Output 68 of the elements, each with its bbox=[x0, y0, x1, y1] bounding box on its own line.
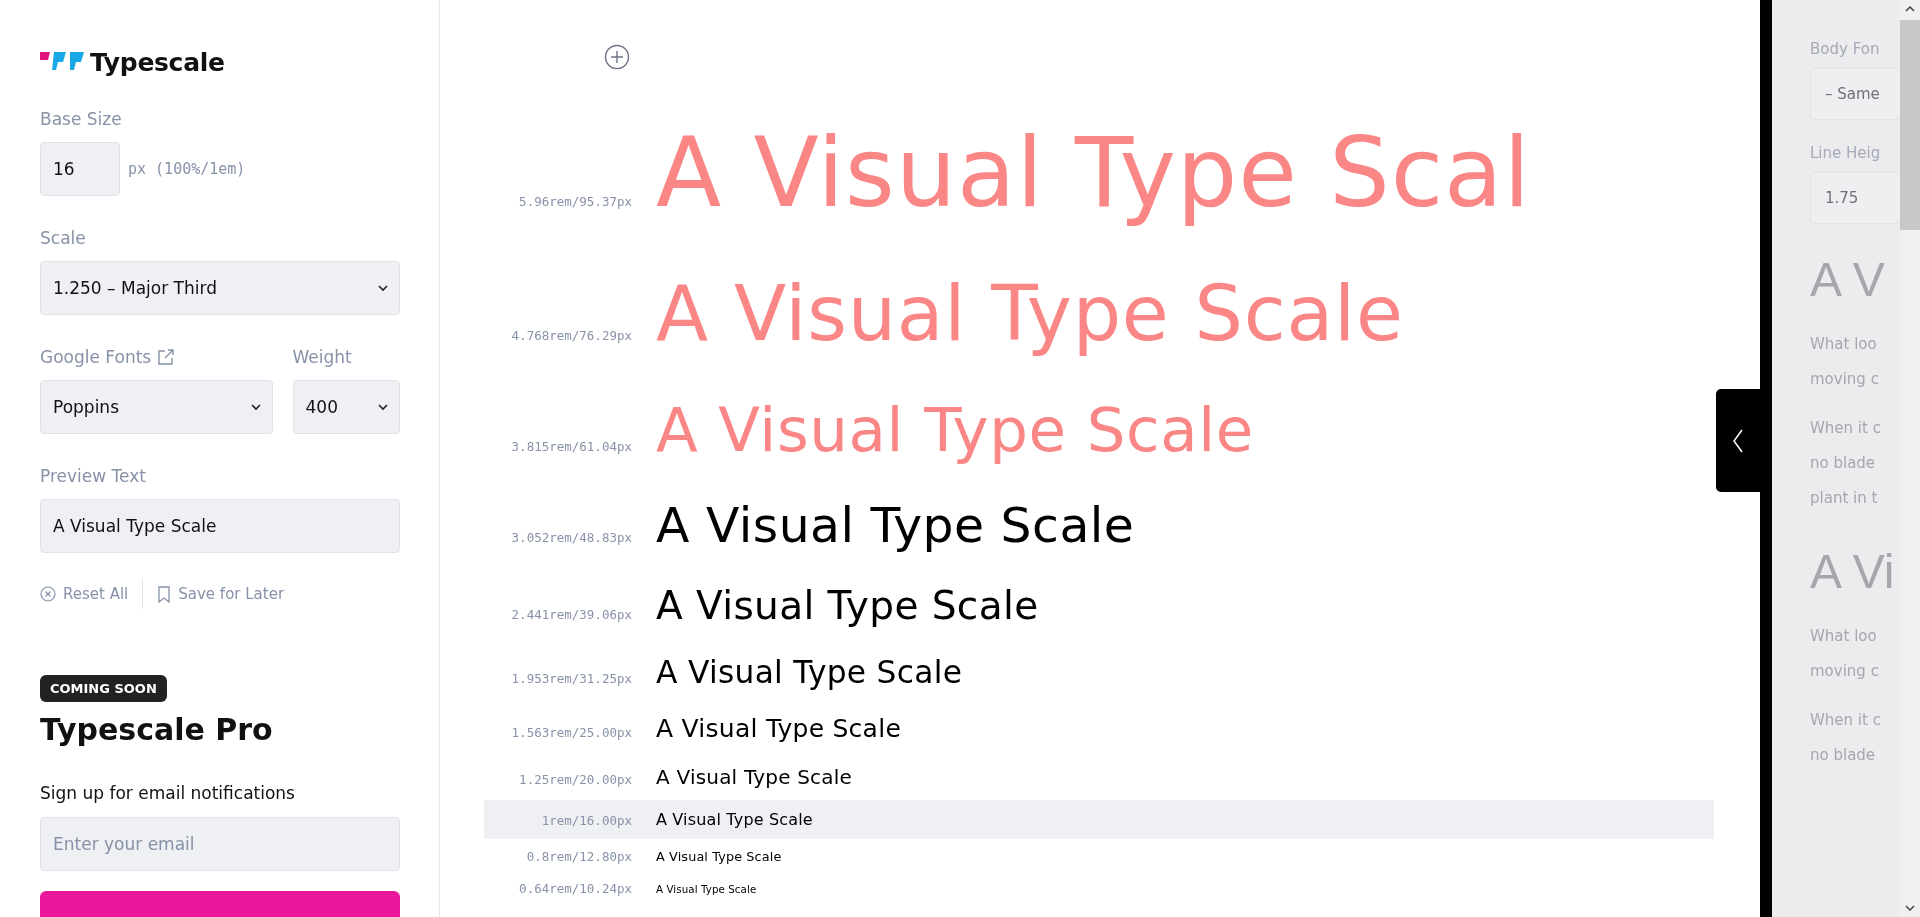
weight-select[interactable]: 400 bbox=[292, 380, 400, 434]
sample-text: A Visual Type Scale bbox=[656, 653, 963, 692]
bookmark-icon bbox=[157, 585, 172, 603]
scrollbar[interactable] bbox=[1900, 0, 1920, 917]
field-label: Google Fonts bbox=[40, 347, 152, 367]
line-height-input[interactable]: 1.75 bbox=[1810, 172, 1900, 224]
size-label: 4.768rem/76.29px bbox=[510, 328, 632, 343]
sample-text: A Visual Type Scale bbox=[656, 496, 1135, 556]
size-label: 1rem/16.00px bbox=[540, 813, 632, 828]
sample-heading: A Vi bbox=[1810, 544, 1896, 599]
promo-text: Sign up for email notifications bbox=[40, 783, 296, 803]
scroll-up-icon[interactable] bbox=[1905, 6, 1915, 12]
sample-text: A Visual Type Scale bbox=[656, 848, 782, 866]
sample-text: A Visual Type Scal bbox=[656, 116, 1531, 230]
field-label: Weight bbox=[292, 347, 352, 367]
sample-paragraph: When it c no blade plant in t bbox=[1810, 418, 1882, 509]
sample-text: A Visual Type Scale bbox=[656, 582, 1039, 630]
external-link-icon[interactable] bbox=[157, 348, 176, 366]
size-label: 0.8rem/12.80px bbox=[525, 849, 632, 864]
sample-paragraph: What loo moving c bbox=[1810, 626, 1880, 682]
scale-row[interactable]: 1.953rem/31.25px A Visual Type Scale bbox=[484, 642, 1714, 703]
chevron-down-icon bbox=[377, 403, 389, 411]
close-circle-icon bbox=[40, 586, 56, 602]
field-label: Scale bbox=[40, 228, 86, 248]
chevron-left-icon bbox=[1732, 427, 1744, 454]
sample-text: A Visual Type Scale bbox=[656, 713, 901, 745]
field-label: Body Fon bbox=[1810, 40, 1881, 58]
scale-row[interactable]: 1.25rem/20.00px A Visual Type Scale bbox=[484, 755, 1714, 800]
scale-row[interactable]: 1.563rem/25.00px A Visual Type Scale bbox=[484, 703, 1714, 755]
app-title: Typescale bbox=[90, 48, 225, 77]
body-font-select[interactable]: – Same bbox=[1810, 68, 1900, 120]
scale-row[interactable]: 0.8rem/12.80px A Visual Type Scale bbox=[484, 839, 1714, 874]
sample-text: A Visual Type Scale bbox=[656, 882, 757, 897]
coming-soon-badge: COMING SOON bbox=[40, 675, 167, 702]
size-label: 3.815rem/61.04px bbox=[510, 439, 632, 454]
size-label: 5.96rem/95.37px bbox=[518, 194, 632, 209]
selected-row[interactable]: 1rem/16.00px A Visual Type Scale bbox=[484, 800, 1714, 839]
chevron-down-icon bbox=[377, 284, 389, 292]
scrollbar-thumb[interactable] bbox=[1900, 20, 1920, 230]
promo-title: Typescale Pro bbox=[40, 712, 274, 747]
sample-heading: A V bbox=[1810, 252, 1886, 307]
unit-label: px (100%/1em) bbox=[128, 160, 246, 178]
base-size-input[interactable]: 16 bbox=[40, 142, 120, 196]
font-select[interactable]: Poppins bbox=[40, 380, 273, 434]
sample-text: A Visual Type Scale bbox=[656, 764, 852, 791]
email-input[interactable]: Enter your email bbox=[40, 817, 400, 871]
size-label: 0.64rem/10.24px bbox=[518, 881, 632, 896]
scale-row[interactable]: 3.052rem/48.83px A Visual Type Scale bbox=[484, 482, 1714, 569]
size-label: 1.953rem/31.25px bbox=[510, 671, 632, 686]
field-label: Preview Text bbox=[40, 466, 146, 486]
scale-row[interactable]: 2.441rem/39.06px A Visual Type Scale bbox=[484, 569, 1714, 642]
size-label: 1.563rem/25.00px bbox=[510, 725, 632, 740]
chevron-down-icon bbox=[249, 403, 262, 411]
scroll-down-icon[interactable] bbox=[1905, 905, 1915, 911]
sample-text: A Visual Type Scale bbox=[656, 268, 1404, 360]
sample-text: A Visual Type Scale bbox=[656, 393, 1254, 467]
sample-paragraph: When it c no blade bbox=[1810, 710, 1882, 766]
scale-select[interactable]: 1.250 – Major Third bbox=[40, 261, 400, 315]
size-label: 1.25rem/20.00px bbox=[518, 772, 632, 787]
size-label: 3.052rem/48.83px bbox=[510, 530, 632, 545]
sample-paragraph: What loo moving c bbox=[1810, 334, 1880, 390]
add-circle-icon[interactable] bbox=[604, 44, 630, 70]
scale-row[interactable]: 0.64rem/10.24px A Visual Type Scale bbox=[484, 874, 1714, 905]
sample-text: A Visual Type Scale bbox=[656, 809, 813, 831]
size-label: 2.441rem/39.06px bbox=[510, 607, 632, 622]
field-label: Base Size bbox=[40, 109, 122, 129]
preview-text-input[interactable]: A Visual Type Scale bbox=[40, 499, 400, 553]
field-label: Line Heig bbox=[1810, 144, 1882, 162]
